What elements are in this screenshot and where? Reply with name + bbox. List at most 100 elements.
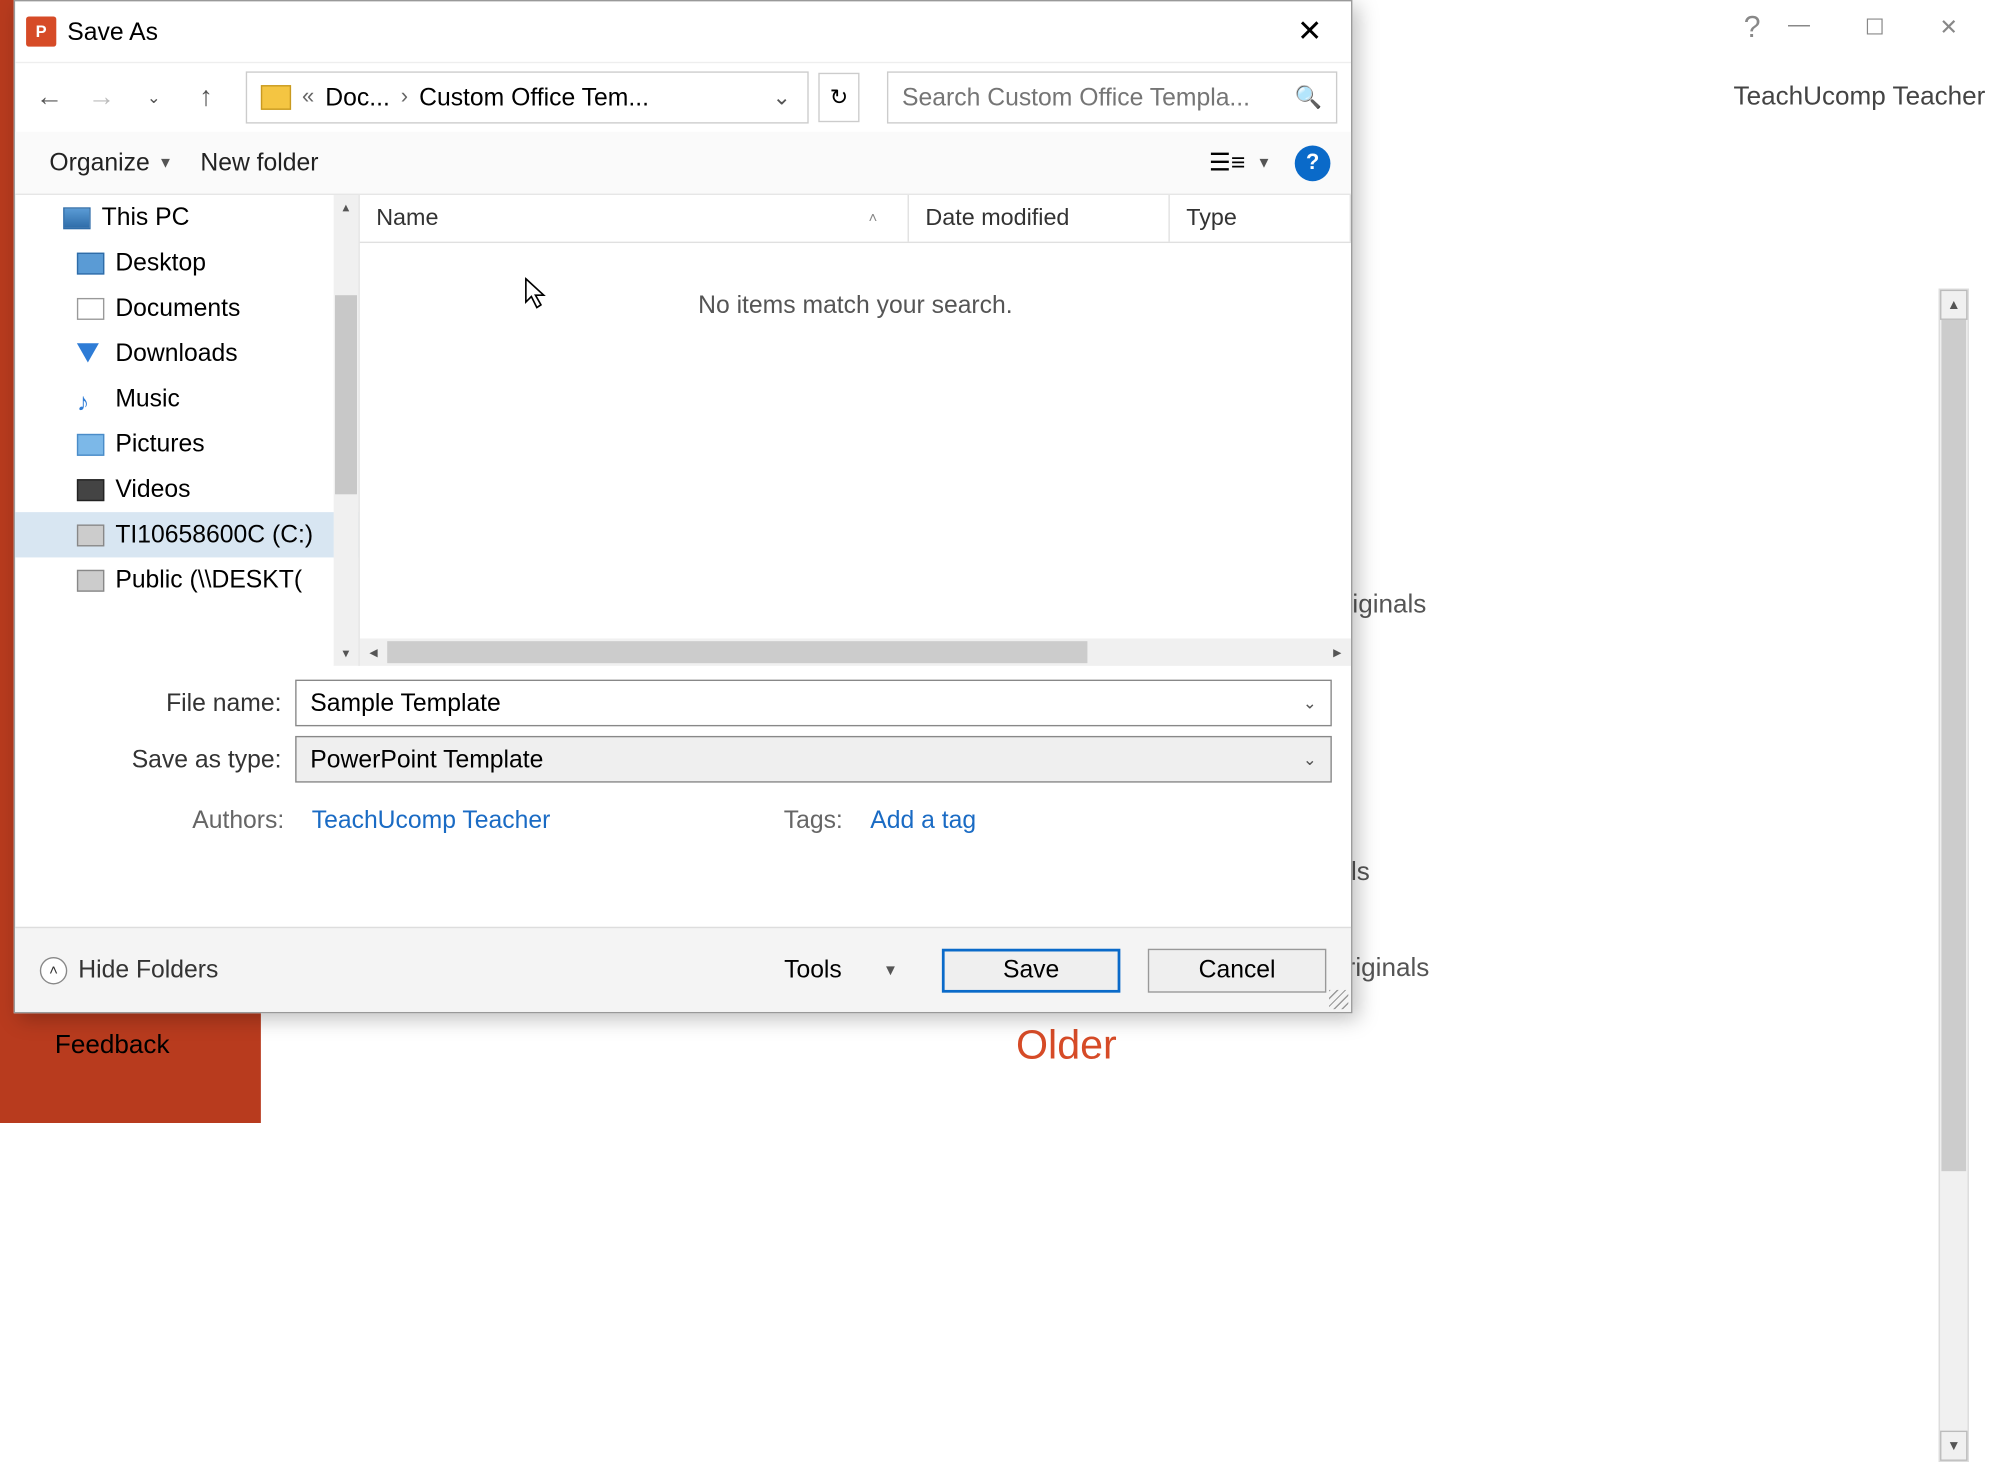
column-date[interactable]: Date modified	[909, 195, 1170, 242]
tree-label: Pictures	[115, 430, 204, 459]
history-dropdown[interactable]: ⌄	[133, 77, 174, 118]
tree-label: Desktop	[115, 249, 206, 278]
dialog-footer: ˄ Hide Folders Tools ▼ Save Cancel	[15, 927, 1351, 1012]
view-options-button[interactable]: ☰≡ ▼	[1202, 141, 1278, 184]
search-box[interactable]: 🔍	[887, 71, 1337, 123]
scroll-thumb[interactable]	[387, 641, 1087, 663]
scroll-thumb[interactable]	[335, 295, 357, 494]
savetype-value: PowerPoint Template	[310, 745, 543, 774]
back-button[interactable]: ←	[29, 77, 70, 118]
search-icon[interactable]: 🔍	[1295, 84, 1322, 111]
hide-folders-button[interactable]: ˄ Hide Folders	[40, 956, 219, 985]
dialog-title: Save As	[67, 17, 158, 46]
sort-ascending-icon: ˄	[869, 210, 878, 226]
tree-label: Public (\\DESKT(	[115, 566, 302, 595]
close-button[interactable]: ✕	[1269, 4, 1351, 59]
tree-item-documents[interactable]: Documents	[15, 286, 358, 331]
navigation-bar: ← → ⌄ ↑ « Doc... › Custom Office Tem... …	[15, 63, 1351, 132]
pictures-icon	[77, 433, 104, 455]
chevron-left-icon[interactable]: «	[297, 85, 320, 110]
cancel-button[interactable]: Cancel	[1148, 948, 1326, 992]
refresh-button[interactable]: ↻	[818, 73, 859, 122]
cursor-icon	[524, 277, 549, 318]
hide-folders-label: Hide Folders	[78, 956, 218, 985]
chevron-right-icon: ›	[395, 85, 413, 110]
organize-label: Organize	[49, 148, 149, 177]
filename-input[interactable]: Sample Template ⌄	[295, 680, 1332, 727]
filename-value: Sample Template	[310, 689, 501, 718]
filename-label: File name:	[34, 689, 295, 718]
tree-item-thispc[interactable]: This PC	[15, 195, 358, 240]
tree-item-public[interactable]: Public (\\DESKT( ⌄	[15, 557, 358, 602]
tree-item-desktop[interactable]: Desktop	[15, 240, 358, 285]
scroll-down-icon[interactable]: ▾	[334, 641, 359, 666]
chevron-down-icon: ▼	[158, 154, 173, 170]
user-label: TeachUcomp Teacher	[1734, 82, 1986, 112]
tree-label: Videos	[115, 475, 190, 504]
tree-label: Documents	[115, 294, 240, 323]
save-button[interactable]: Save	[942, 948, 1120, 992]
savetype-select[interactable]: PowerPoint Template ⌄	[295, 736, 1332, 783]
download-icon	[77, 343, 104, 365]
savetype-label: Save as type:	[34, 745, 295, 774]
save-form: File name: Sample Template ⌄ Save as typ…	[15, 666, 1351, 849]
tree-label: Downloads	[115, 339, 237, 368]
address-bar[interactable]: « Doc... › Custom Office Tem... ⌄	[246, 71, 809, 123]
tree-label: Music	[115, 384, 180, 413]
tools-button[interactable]: Tools ▼	[768, 947, 915, 992]
tree-item-pictures[interactable]: Pictures	[15, 422, 358, 467]
minimize-icon[interactable]: —	[1788, 14, 1810, 41]
tags-value[interactable]: Add a tag	[870, 806, 976, 835]
folder-tree: This PC Desktop Documents Downloads ♪ Mu…	[15, 195, 360, 666]
breadcrumb-seg-2[interactable]: Custom Office Tem...	[414, 83, 655, 112]
authors-label: Authors:	[192, 806, 284, 835]
scroll-thumb[interactable]	[1941, 320, 1966, 1171]
scroll-up-icon[interactable]: ▴	[334, 195, 359, 220]
chevron-down-icon: ▼	[883, 962, 898, 978]
scroll-up-icon[interactable]: ▲	[1940, 290, 1967, 320]
horizontal-scrollbar[interactable]: ◂ ▸	[360, 638, 1351, 665]
dialog-titlebar: P Save As ✕	[15, 1, 1351, 63]
up-button[interactable]: ↑	[185, 77, 226, 118]
view-icon: ☰≡	[1209, 148, 1246, 177]
authors-value[interactable]: TeachUcomp Teacher	[312, 806, 551, 835]
tree-label: This PC	[102, 203, 190, 232]
new-folder-button[interactable]: New folder	[187, 140, 333, 185]
help-button[interactable]: ?	[1295, 145, 1331, 181]
sidebar-item-feedback[interactable]: Feedback	[0, 1011, 261, 1082]
chevron-down-icon[interactable]: ⌄	[1303, 693, 1317, 712]
tree-item-drive-c[interactable]: TI10658600C (C:)	[15, 512, 358, 557]
videos-icon	[77, 478, 104, 500]
content-scrollbar[interactable]: ▲ ▼	[1939, 288, 1969, 1462]
close-icon[interactable]: ✕	[1939, 14, 1957, 41]
address-dropdown-icon[interactable]: ⌄	[764, 84, 799, 111]
tools-label: Tools	[784, 956, 842, 985]
help-icon[interactable]: ?	[1744, 10, 1761, 46]
breadcrumb-seg-1[interactable]: Doc...	[320, 83, 396, 112]
column-type[interactable]: Type	[1170, 195, 1351, 242]
maximize-icon[interactable]: ☐	[1865, 14, 1885, 41]
tree-label: TI10658600C (C:)	[115, 520, 313, 549]
collapse-icon: ˄	[40, 956, 67, 983]
forward-button[interactable]: →	[81, 77, 122, 118]
tree-scrollbar[interactable]: ▴ ▾	[334, 195, 359, 666]
search-input[interactable]	[902, 83, 1295, 112]
older-heading: Older	[1016, 1023, 1117, 1070]
scroll-down-icon[interactable]: ▼	[1940, 1431, 1967, 1461]
scroll-right-icon[interactable]: ▸	[1324, 638, 1351, 665]
organize-button[interactable]: Organize ▼	[36, 140, 187, 185]
tree-item-music[interactable]: ♪ Music	[15, 376, 358, 421]
tree-item-videos[interactable]: Videos	[15, 467, 358, 512]
chevron-down-icon[interactable]: ⌄	[1303, 750, 1317, 769]
drive-icon	[77, 524, 104, 546]
document-icon	[77, 297, 104, 319]
tree-item-downloads[interactable]: Downloads	[15, 331, 358, 376]
column-label: Name	[376, 205, 438, 232]
resize-grip[interactable]	[1329, 990, 1348, 1009]
tags-label: Tags:	[784, 806, 843, 835]
column-name[interactable]: Name ˄	[360, 195, 909, 242]
column-headers: Name ˄ Date modified Type	[360, 195, 1351, 243]
desktop-icon	[77, 252, 104, 274]
scroll-left-icon[interactable]: ◂	[360, 638, 387, 665]
dialog-body: This PC Desktop Documents Downloads ♪ Mu…	[15, 195, 1351, 666]
